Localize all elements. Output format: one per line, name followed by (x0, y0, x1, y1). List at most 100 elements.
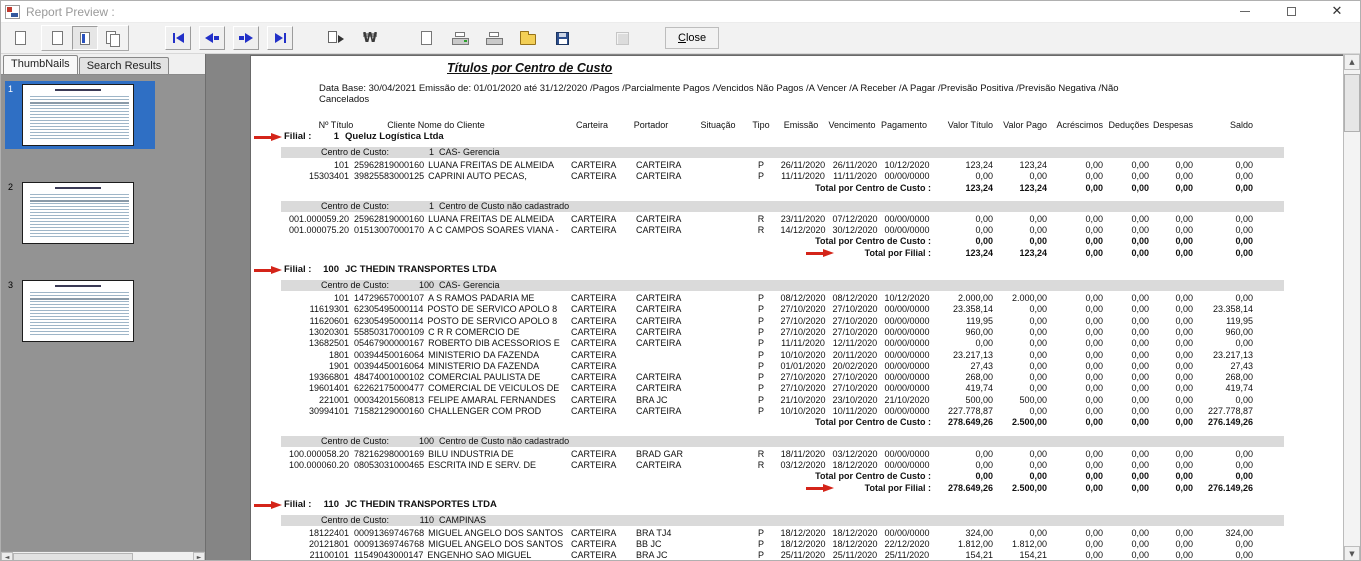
close-button[interactable]: Close (665, 27, 719, 49)
column-header: Carteira (576, 120, 608, 131)
first-page-button[interactable] (165, 26, 191, 50)
next-page-icon (239, 33, 253, 43)
total-centro-row: Total por Centro de Custo :123,24123,240… (281, 183, 1284, 194)
vertical-scrollbar-thumb[interactable] (1344, 74, 1360, 132)
scroll-up-button[interactable]: ▲ (1344, 54, 1360, 70)
cell-value: 23.217,13 (1168, 350, 1253, 361)
close-window-button[interactable]: ✕ (1314, 1, 1360, 22)
cell-vencimento: 11/11/2020 (831, 171, 879, 182)
cell-value: 0,00 (1168, 293, 1253, 304)
cell-tipo: P (749, 372, 773, 383)
cell-vencimento: 27/10/2020 (831, 383, 879, 394)
cell-emissao: 18/11/2020 (779, 449, 827, 460)
tab-search-results[interactable]: Search Results (79, 57, 170, 74)
centro-custo-name: CAS- Gerencia (439, 147, 500, 158)
filial-code: 110 (295, 499, 339, 511)
cell-num-titulo: 11619301 (281, 304, 349, 315)
column-header: Nº Título (319, 120, 354, 131)
cell-vencimento: 26/11/2020 (831, 160, 879, 171)
cell-portador: CARTEIRA (636, 406, 681, 417)
total-centro-row: Total por Centro de Custo :278.649,262.5… (281, 417, 1284, 428)
column-header: Cliente Nome do Cliente (387, 120, 485, 131)
thumbnail-item[interactable]: 2 (5, 179, 155, 247)
total-centro-value: 0,00 (1168, 236, 1253, 247)
minimize-button[interactable] (1222, 1, 1268, 22)
maximize-button[interactable] (1268, 1, 1314, 22)
vertical-scrollbar[interactable]: ▲ ▼ (1343, 54, 1360, 561)
vertical-scrollbar-track[interactable] (1344, 70, 1360, 546)
new-page-button[interactable] (413, 26, 439, 50)
filial-name: Queluz Logística Ltda (345, 131, 444, 143)
page-view-button[interactable] (7, 26, 33, 50)
centro-custo-code: 100 (381, 436, 434, 447)
save-button[interactable] (549, 26, 575, 50)
close-button-label: Close (678, 32, 706, 44)
table-row: 2110010111549043000147ENGENHO SAO MIGUEL… (281, 550, 1284, 561)
horizontal-scrollbar-thumb[interactable] (13, 553, 133, 561)
cell-portador: CARTEIRA (636, 160, 681, 171)
next-page-button[interactable] (233, 26, 259, 50)
scroll-down-button[interactable]: ▼ (1344, 546, 1360, 561)
cell-num-titulo: 19601401 (281, 383, 349, 394)
cell-value: 0,00 (1168, 338, 1253, 349)
thumbnail-item[interactable]: 3 (5, 277, 155, 345)
thumbnail-page-number: 2 (8, 182, 22, 192)
thumbnail-page-preview[interactable] (22, 182, 134, 244)
cell-cliente-nome: A C CAMPOS SOARES VIANA - (428, 225, 559, 235)
table-row: 10125962819000160LUANA FREITAS DE ALMEID… (281, 160, 1284, 171)
table-row: 2012180100091369746768MIGUEL ANGELO DOS … (281, 539, 1284, 550)
cell-num-titulo: 001.000075.20 (281, 225, 349, 236)
printer-setup-button[interactable] (323, 26, 349, 50)
table-row: 1812240100091369746768MIGUEL ANGELO DOS … (281, 528, 1284, 539)
scroll-right-button[interactable]: ► (193, 552, 205, 561)
thumbnail-item[interactable]: 1 (5, 81, 155, 149)
table-row: 100.000060.2008053031000465ESCRITA IND E… (281, 460, 1284, 471)
cell-portador: CARTEIRA (636, 225, 681, 236)
print-alt-button[interactable] (481, 26, 507, 50)
multi-page-button[interactable] (100, 26, 126, 50)
cell-emissao: 03/12/2020 (779, 460, 827, 471)
thumbnail-page-preview[interactable] (22, 84, 134, 146)
scroll-left-button[interactable]: ◄ (1, 552, 13, 561)
open-folder-icon (520, 34, 536, 45)
cell-emissao: 25/11/2020 (779, 550, 827, 561)
thumbnail-page-preview[interactable] (22, 280, 134, 342)
table-row: 180100394450016064MINISTERIO DA FAZENDAC… (281, 350, 1284, 361)
previous-page-button[interactable] (199, 26, 225, 50)
horizontal-scrollbar[interactable]: ◄ ► (1, 551, 205, 561)
centro-custo-label: Centro de Custo: (321, 280, 389, 291)
cell-carteira: CARTEIRA (571, 171, 616, 182)
zoom-group (41, 25, 129, 51)
total-centro-label: Total por Centro de Custo : (721, 471, 931, 482)
maximize-icon (1287, 7, 1296, 16)
tab-thumbnails[interactable]: ThumbNails (3, 55, 78, 74)
report-info-line2: Cancelados (319, 94, 1119, 105)
currency-format-button[interactable]: ₩ (357, 26, 383, 50)
open-button[interactable] (515, 26, 541, 50)
cell-value: 0,00 (1168, 225, 1253, 236)
cell-tipo: P (749, 361, 773, 372)
zoom-100-button[interactable] (72, 26, 98, 50)
cell-num-titulo: 101 (281, 293, 349, 304)
centro-custo-band: Centro de Custo:100CAS- Gerencia (281, 280, 1284, 291)
cell-emissao: 11/11/2020 (779, 338, 827, 349)
filial-name: JC THEDIN TRANSPORTES LTDA (345, 264, 497, 276)
column-header: Situação (700, 120, 735, 131)
multi-page-icon (106, 31, 121, 46)
cell-cliente-nome: CAPRINI AUTO PECAS, (428, 171, 527, 181)
print-button[interactable] (447, 26, 473, 50)
last-page-icon (275, 33, 286, 43)
cell-num-titulo: 1901 (281, 361, 349, 372)
cell-portador: CARTEIRA (636, 460, 681, 471)
cell-carteira: CARTEIRA (571, 316, 616, 327)
thumbnail-mini-band (30, 102, 129, 104)
cell-carteira: CARTEIRA (571, 327, 616, 338)
last-page-button[interactable] (267, 26, 293, 50)
cell-vencimento: 20/11/2020 (831, 350, 879, 361)
cell-tipo: P (749, 406, 773, 417)
annotation-arrow (254, 133, 282, 142)
zoom-fit-button[interactable] (44, 26, 70, 50)
cell-carteira: CARTEIRA (571, 550, 616, 561)
cell-cliente-nome: LUANA FREITAS DE ALMEIDA (428, 160, 554, 170)
cell-num-titulo: 13020301 (281, 327, 349, 338)
